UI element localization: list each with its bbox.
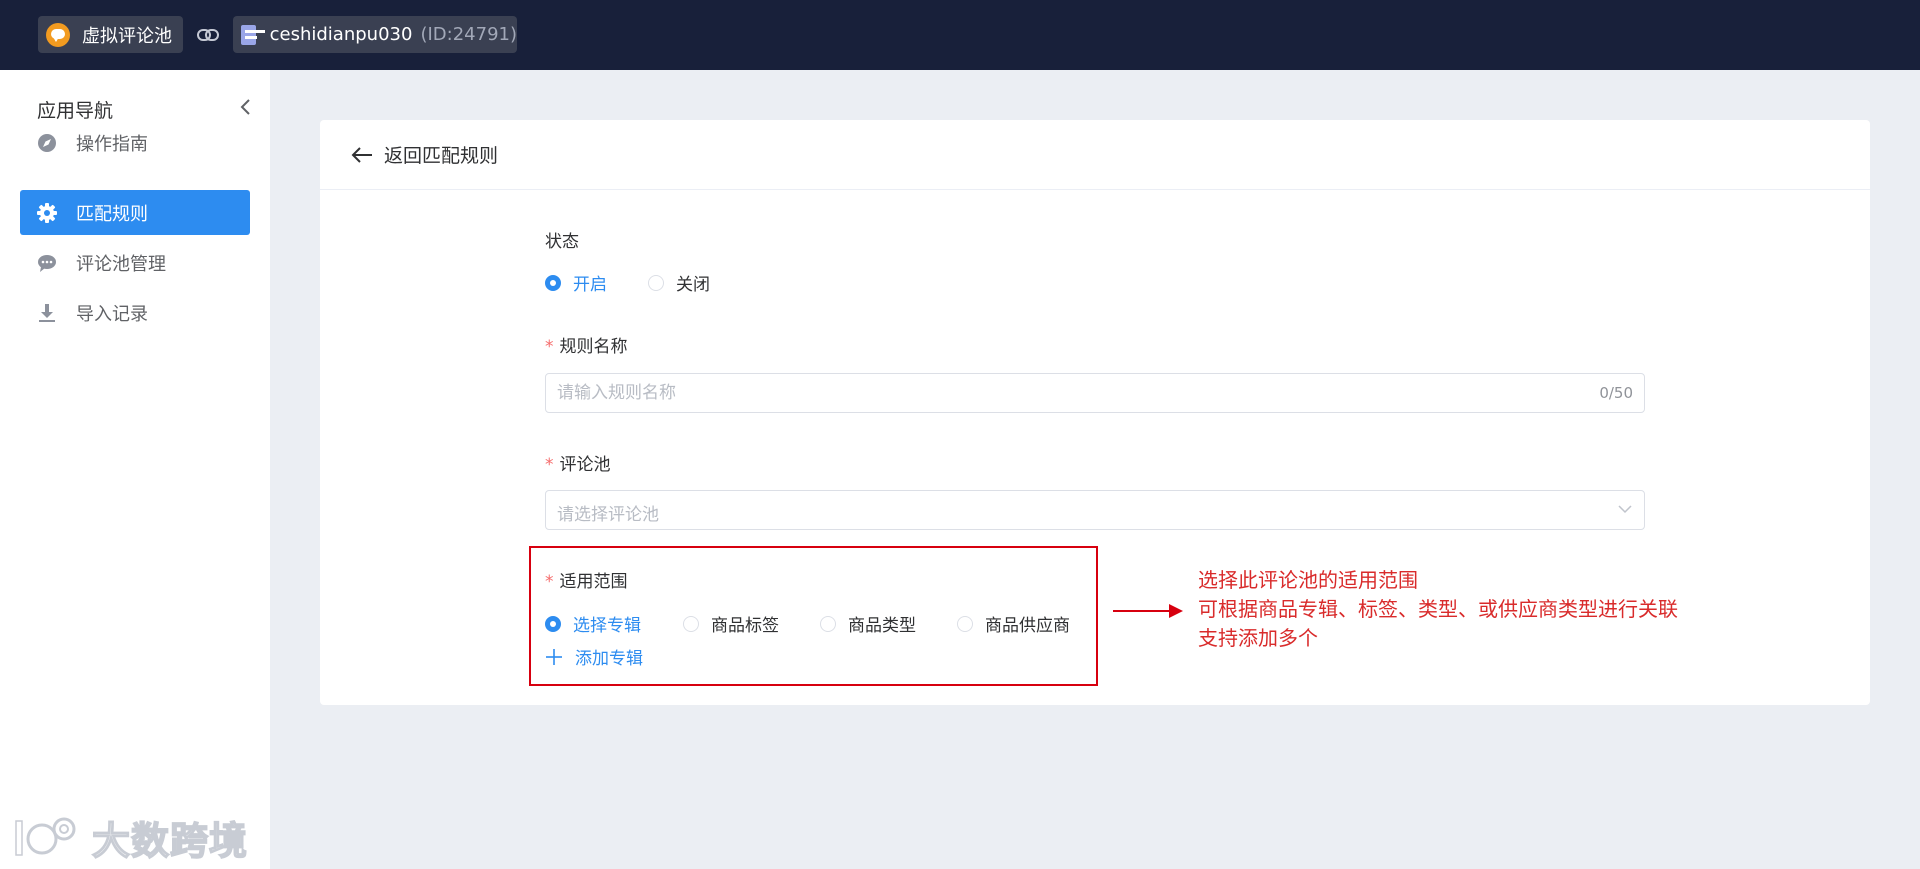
shop-switcher[interactable]: ceshidianpu030 (ID:24791) (233, 16, 517, 53)
sidebar-item-label: 匹配规则 (76, 203, 148, 225)
download-icon (36, 302, 58, 324)
radio-dot (648, 274, 664, 291)
watermark-text: 大数跨境 (91, 818, 249, 864)
status-radio-off[interactable]: 关闭 (648, 270, 710, 295)
shop-name: ceshidianpu030 (269, 24, 413, 45)
link-icon (197, 29, 219, 41)
status-radio-on[interactable]: 开启 (545, 270, 607, 295)
shop-icon (241, 24, 265, 45)
sidebar-item-import-records[interactable]: 导入记录 (20, 290, 250, 335)
comment-pool-label: * 评论池 (545, 455, 611, 475)
sidebar-item-pool-management[interactable]: 评论池管理 (20, 240, 250, 285)
annotation-line: 选择此评论池的适用范围 (1198, 568, 1418, 592)
sidebar-item-rules[interactable]: 匹配规则 (20, 190, 250, 235)
comment-icon (36, 252, 58, 274)
sidebar-item-label: 导入记录 (76, 303, 148, 325)
rule-name-input[interactable] (546, 374, 1644, 412)
sidebar-item-guide[interactable]: 操作指南 (20, 120, 250, 165)
compass-icon (36, 132, 58, 154)
nav-title: 应用导航 (37, 100, 114, 122)
arrow-right-icon (1113, 604, 1183, 618)
watermark-logo-icon (15, 817, 76, 856)
card-header: 返回匹配规则 (320, 120, 1870, 190)
chevron-left-icon[interactable] (238, 97, 254, 117)
comment-pool-select[interactable]: 请选择评论池 (545, 490, 1645, 530)
sidebar-item-label: 操作指南 (76, 133, 148, 155)
annotation-line: 可根据商品专辑、标签、类型、或供应商类型进行关联 (1198, 597, 1678, 621)
shop-id: (ID:24791) (420, 24, 517, 45)
top-bar: 虚拟评论池 ceshidianpu030 (ID:24791) (0, 0, 1920, 70)
select-placeholder: 请选择评论池 (557, 505, 659, 525)
chevron-down-icon (1618, 505, 1632, 514)
back-link[interactable]: 返回匹配规则 (384, 141, 498, 168)
app-name: 虚拟评论池 (82, 25, 172, 47)
radio-dot (545, 274, 561, 291)
sidebar-item-label: 评论池管理 (76, 253, 166, 275)
sidebar: 应用导航 操作指南 匹配规则 评论池管理 导入记录 (0, 70, 270, 869)
arrow-left-icon[interactable] (350, 145, 374, 165)
char-counter: 0/50 (1599, 384, 1633, 402)
rule-name-label: * 规则名称 (545, 337, 628, 357)
annotation-note: 选择此评论池的适用范围 可根据商品专辑、标签、类型、或供应商类型进行关联 支持添… (1198, 566, 1678, 653)
chat-bubble-icon (46, 22, 70, 47)
app-switcher[interactable]: 虚拟评论池 (38, 16, 183, 53)
status-label: 状态 (545, 232, 579, 252)
highlight-box (529, 546, 1098, 686)
annotation-line: 支持添加多个 (1198, 626, 1318, 650)
gear-icon (36, 202, 58, 224)
watermark: 大数跨境 (12, 810, 248, 865)
rule-name-field[interactable]: 0/50 (545, 373, 1645, 413)
